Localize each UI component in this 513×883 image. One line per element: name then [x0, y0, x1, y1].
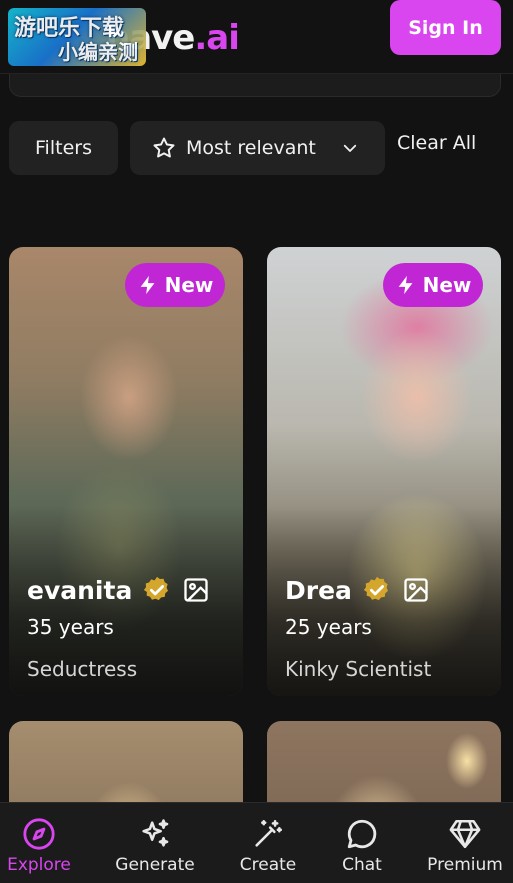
new-badge: New [125, 263, 225, 307]
top-header: have.ai 游吧乐下载 小编亲测 Sign In [0, 0, 513, 74]
compass-icon [23, 818, 55, 850]
watermark-line-2: 小编亲测 [58, 40, 138, 64]
nav-label: Generate [115, 855, 195, 875]
magic-wand-icon [255, 819, 283, 847]
gallery-icon[interactable] [182, 576, 210, 604]
nav-explore[interactable]: Explore [0, 817, 89, 875]
watermark-badge: 游吧乐下载 小编亲测 [8, 8, 146, 66]
character-tag: Kinky Scientist [285, 657, 432, 681]
nav-label: Explore [7, 855, 71, 875]
bottom-navigation: Explore Generate Create Chat Premium [0, 802, 513, 883]
diamond-icon [449, 819, 481, 849]
character-name: Drea [285, 575, 352, 605]
nav-label: Create [239, 855, 297, 875]
lightning-icon [140, 275, 155, 295]
logo[interactable]: have.ai 游吧乐下载 小编亲测 [8, 8, 243, 68]
nav-label: Chat [342, 855, 382, 875]
nav-chat[interactable]: Chat [312, 817, 412, 875]
star-icon [153, 137, 175, 158]
chevron-down-icon [343, 144, 357, 152]
new-badge: New [383, 263, 483, 307]
character-tag: Seductress [27, 657, 138, 681]
sort-dropdown[interactable]: Most relevant [130, 121, 385, 175]
lightning-icon [398, 275, 413, 295]
character-card[interactable]: New evanita 35 years Seductress [9, 247, 243, 696]
chat-bubble-icon [347, 819, 377, 849]
filters-button[interactable]: Filters [9, 121, 118, 175]
nav-generate[interactable]: Generate [105, 817, 205, 875]
nav-premium[interactable]: Premium [415, 817, 513, 875]
nav-create[interactable]: Create [218, 817, 318, 875]
sort-label: Most relevant [186, 137, 316, 159]
verified-badge-icon [362, 575, 392, 605]
character-age: 25 years [285, 615, 372, 639]
gallery-icon[interactable] [402, 576, 430, 604]
sparkles-icon [142, 819, 169, 847]
character-name: evanita [27, 575, 133, 605]
character-card[interactable]: New Drea 25 years Kinky Scientist [267, 247, 501, 696]
nav-label: Premium [427, 855, 503, 875]
verified-badge-icon [142, 575, 172, 605]
card-name-row: Drea [285, 575, 430, 605]
clear-all-link[interactable]: Clear All [397, 132, 476, 154]
character-age: 35 years [27, 615, 114, 639]
card-name-row: evanita [27, 575, 210, 605]
sign-in-button[interactable]: Sign In [390, 0, 501, 55]
